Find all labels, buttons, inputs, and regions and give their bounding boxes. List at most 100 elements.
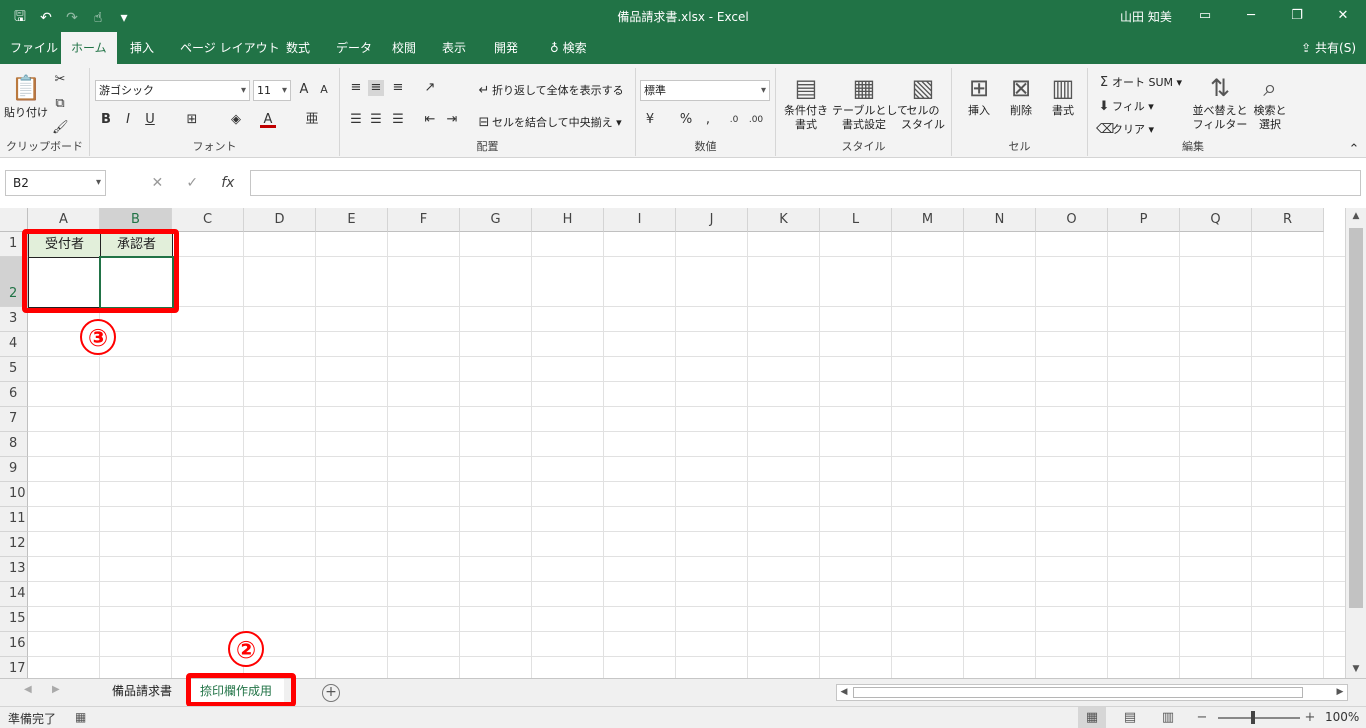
font-color-button[interactable]: A — [260, 112, 276, 128]
comma-button[interactable]: , — [700, 112, 716, 128]
check-icon[interactable]: ✓ — [186, 170, 198, 196]
name-box[interactable]: B2 — [5, 170, 106, 196]
zoom-in-icon[interactable]: + — [1296, 707, 1324, 728]
row-header-17[interactable]: 17 — [0, 657, 28, 678]
font-size-select[interactable]: 11 — [253, 80, 291, 101]
align-bottom-button[interactable]: ≡ — [390, 80, 406, 96]
worksheet-grid[interactable]: A B C D E F G H I J K L M N O P Q R 1 2 3 4 5 6 7 8 9 10 11 12 13 14 15 1… — [0, 208, 1345, 678]
vertical-scrollbar[interactable]: ▲ ▼ — [1345, 208, 1366, 678]
insert-cells-button[interactable]: ⊞ 挿入 — [960, 72, 998, 118]
tab-insert[interactable]: 挿入 — [120, 32, 164, 64]
orientation-button[interactable]: ↗ — [422, 80, 438, 96]
formula-input[interactable] — [250, 170, 1361, 196]
delete-cells-button[interactable]: ⊠ 削除 — [1002, 72, 1040, 118]
cut-button[interactable]: ✂ — [52, 72, 68, 88]
tab-search[interactable]: ♁ 検索 — [540, 32, 597, 64]
scroll-right-icon[interactable]: ▶ — [1333, 685, 1347, 700]
sheet-tab-1[interactable]: 備品請求書 — [100, 679, 184, 704]
tab-home[interactable]: ホーム — [61, 32, 117, 64]
fill-button[interactable]: ⬇ フィル ▾ — [1096, 98, 1154, 115]
tab-review[interactable]: 校閲 — [382, 32, 426, 64]
ribbon-display-options-icon[interactable]: ▭ — [1182, 0, 1228, 32]
column-header-n[interactable]: N — [964, 208, 1036, 232]
wrap-text-button[interactable]: ↵ 折り返して全体を表示する — [476, 82, 624, 99]
column-header-i[interactable]: I — [604, 208, 676, 232]
macro-record-icon[interactable]: ▦ — [75, 710, 86, 724]
column-header-o[interactable]: O — [1036, 208, 1108, 232]
row-header-4[interactable]: 4 — [0, 332, 28, 357]
row-header-7[interactable]: 7 — [0, 407, 28, 432]
column-header-m[interactable]: M — [892, 208, 964, 232]
tab-data[interactable]: データ — [326, 32, 382, 64]
horizontal-scrollbar[interactable]: ◀ ▶ — [836, 684, 1348, 701]
row-header-10[interactable]: 10 — [0, 482, 28, 507]
scroll-down-icon[interactable]: ▼ — [1346, 661, 1366, 678]
border-button[interactable]: ⊞ — [184, 112, 200, 128]
decrease-font-button[interactable]: A — [316, 82, 332, 98]
fill-color-button[interactable]: ◈ — [228, 112, 244, 128]
percent-button[interactable]: % — [678, 112, 694, 128]
merge-center-button[interactable]: ⊟ セルを結合して中央揃え ▾ — [476, 114, 622, 131]
minimize-icon[interactable]: ─ — [1228, 0, 1274, 32]
phonetic-button[interactable]: 亜 — [304, 112, 320, 128]
page-break-view-icon[interactable]: ▥ — [1154, 707, 1182, 728]
column-header-j[interactable]: J — [676, 208, 748, 232]
font-name-select[interactable]: 游ゴシック — [95, 80, 250, 101]
paste-button[interactable]: 📋 貼り付け — [4, 72, 48, 120]
column-header-q[interactable]: Q — [1180, 208, 1252, 232]
conditional-formatting-button[interactable]: ▤ 条件付き 書式 — [780, 72, 832, 132]
number-format-select[interactable]: 標準 — [640, 80, 770, 101]
column-header-p[interactable]: P — [1108, 208, 1180, 232]
user-name[interactable]: 山田 知美 — [1120, 8, 1172, 25]
format-cells-button[interactable]: ▥ 書式 — [1044, 72, 1082, 118]
add-sheet-button[interactable]: + — [322, 684, 340, 702]
zoom-slider-thumb[interactable] — [1251, 711, 1255, 724]
zoom-out-icon[interactable]: − — [1188, 707, 1216, 728]
autosum-button[interactable]: Σ オート SUM ▾ — [1096, 74, 1182, 91]
column-header-r[interactable]: R — [1252, 208, 1324, 232]
row-header-13[interactable]: 13 — [0, 557, 28, 582]
align-right-button[interactable]: ☰ — [390, 112, 406, 128]
close-icon[interactable]: ✕ — [1320, 0, 1366, 32]
find-select-button[interactable]: ⌕ 検索と 選択 — [1250, 72, 1290, 132]
align-middle-button[interactable]: ≡ — [368, 80, 384, 96]
row-header-5[interactable]: 5 — [0, 357, 28, 382]
align-center-button[interactable]: ☰ — [368, 112, 384, 128]
collapse-ribbon-button[interactable]: ⌃ — [1346, 142, 1362, 158]
row-header-11[interactable]: 11 — [0, 507, 28, 532]
row-header-15[interactable]: 15 — [0, 607, 28, 632]
restore-icon[interactable]: ❐ — [1274, 0, 1320, 32]
increase-font-button[interactable]: A — [296, 82, 312, 98]
page-layout-view-icon[interactable]: ▤ — [1116, 707, 1144, 728]
row-header-9[interactable]: 9 — [0, 457, 28, 482]
decrease-indent-button[interactable]: ⇤ — [422, 112, 438, 128]
sort-filter-button[interactable]: ⇅ 並べ替えと フィルター — [1192, 72, 1248, 132]
tab-formulas[interactable]: 数式 — [276, 32, 320, 64]
tab-developer[interactable]: 開発 — [484, 32, 528, 64]
tab-view[interactable]: 表示 — [432, 32, 476, 64]
copy-button[interactable]: ⧉ — [52, 96, 68, 112]
row-header-8[interactable]: 8 — [0, 432, 28, 457]
zoom-slider[interactable] — [1218, 717, 1300, 719]
function-icon[interactable]: fx — [221, 170, 234, 196]
format-as-table-button[interactable]: ▦ テーブルとして 書式設定 — [832, 72, 908, 132]
share-button[interactable]: ⇪ 共有(S) — [1301, 32, 1356, 64]
row-header-14[interactable]: 14 — [0, 582, 28, 607]
scroll-left-icon[interactable]: ◀ — [837, 685, 851, 700]
prev-sheet-icon[interactable]: ◀ — [24, 684, 32, 695]
clear-button[interactable]: ⌫クリア ▾ — [1096, 121, 1154, 138]
italic-button[interactable]: I — [120, 112, 136, 128]
column-header-d[interactable]: D — [244, 208, 316, 232]
currency-button[interactable]: ¥ — [642, 112, 658, 128]
normal-view-icon[interactable]: ▦ — [1078, 707, 1106, 728]
column-header-k[interactable]: K — [748, 208, 820, 232]
horizontal-scroll-thumb[interactable] — [853, 687, 1303, 698]
row-header-6[interactable]: 6 — [0, 382, 28, 407]
next-sheet-icon[interactable]: ▶ — [52, 684, 60, 695]
column-header-l[interactable]: L — [820, 208, 892, 232]
increase-indent-button[interactable]: ⇥ — [444, 112, 460, 128]
column-header-h[interactable]: H — [532, 208, 604, 232]
row-header-16[interactable]: 16 — [0, 632, 28, 657]
tab-page-layout[interactable]: ページ レイアウト — [170, 32, 290, 64]
align-top-button[interactable]: ≡ — [348, 80, 364, 96]
